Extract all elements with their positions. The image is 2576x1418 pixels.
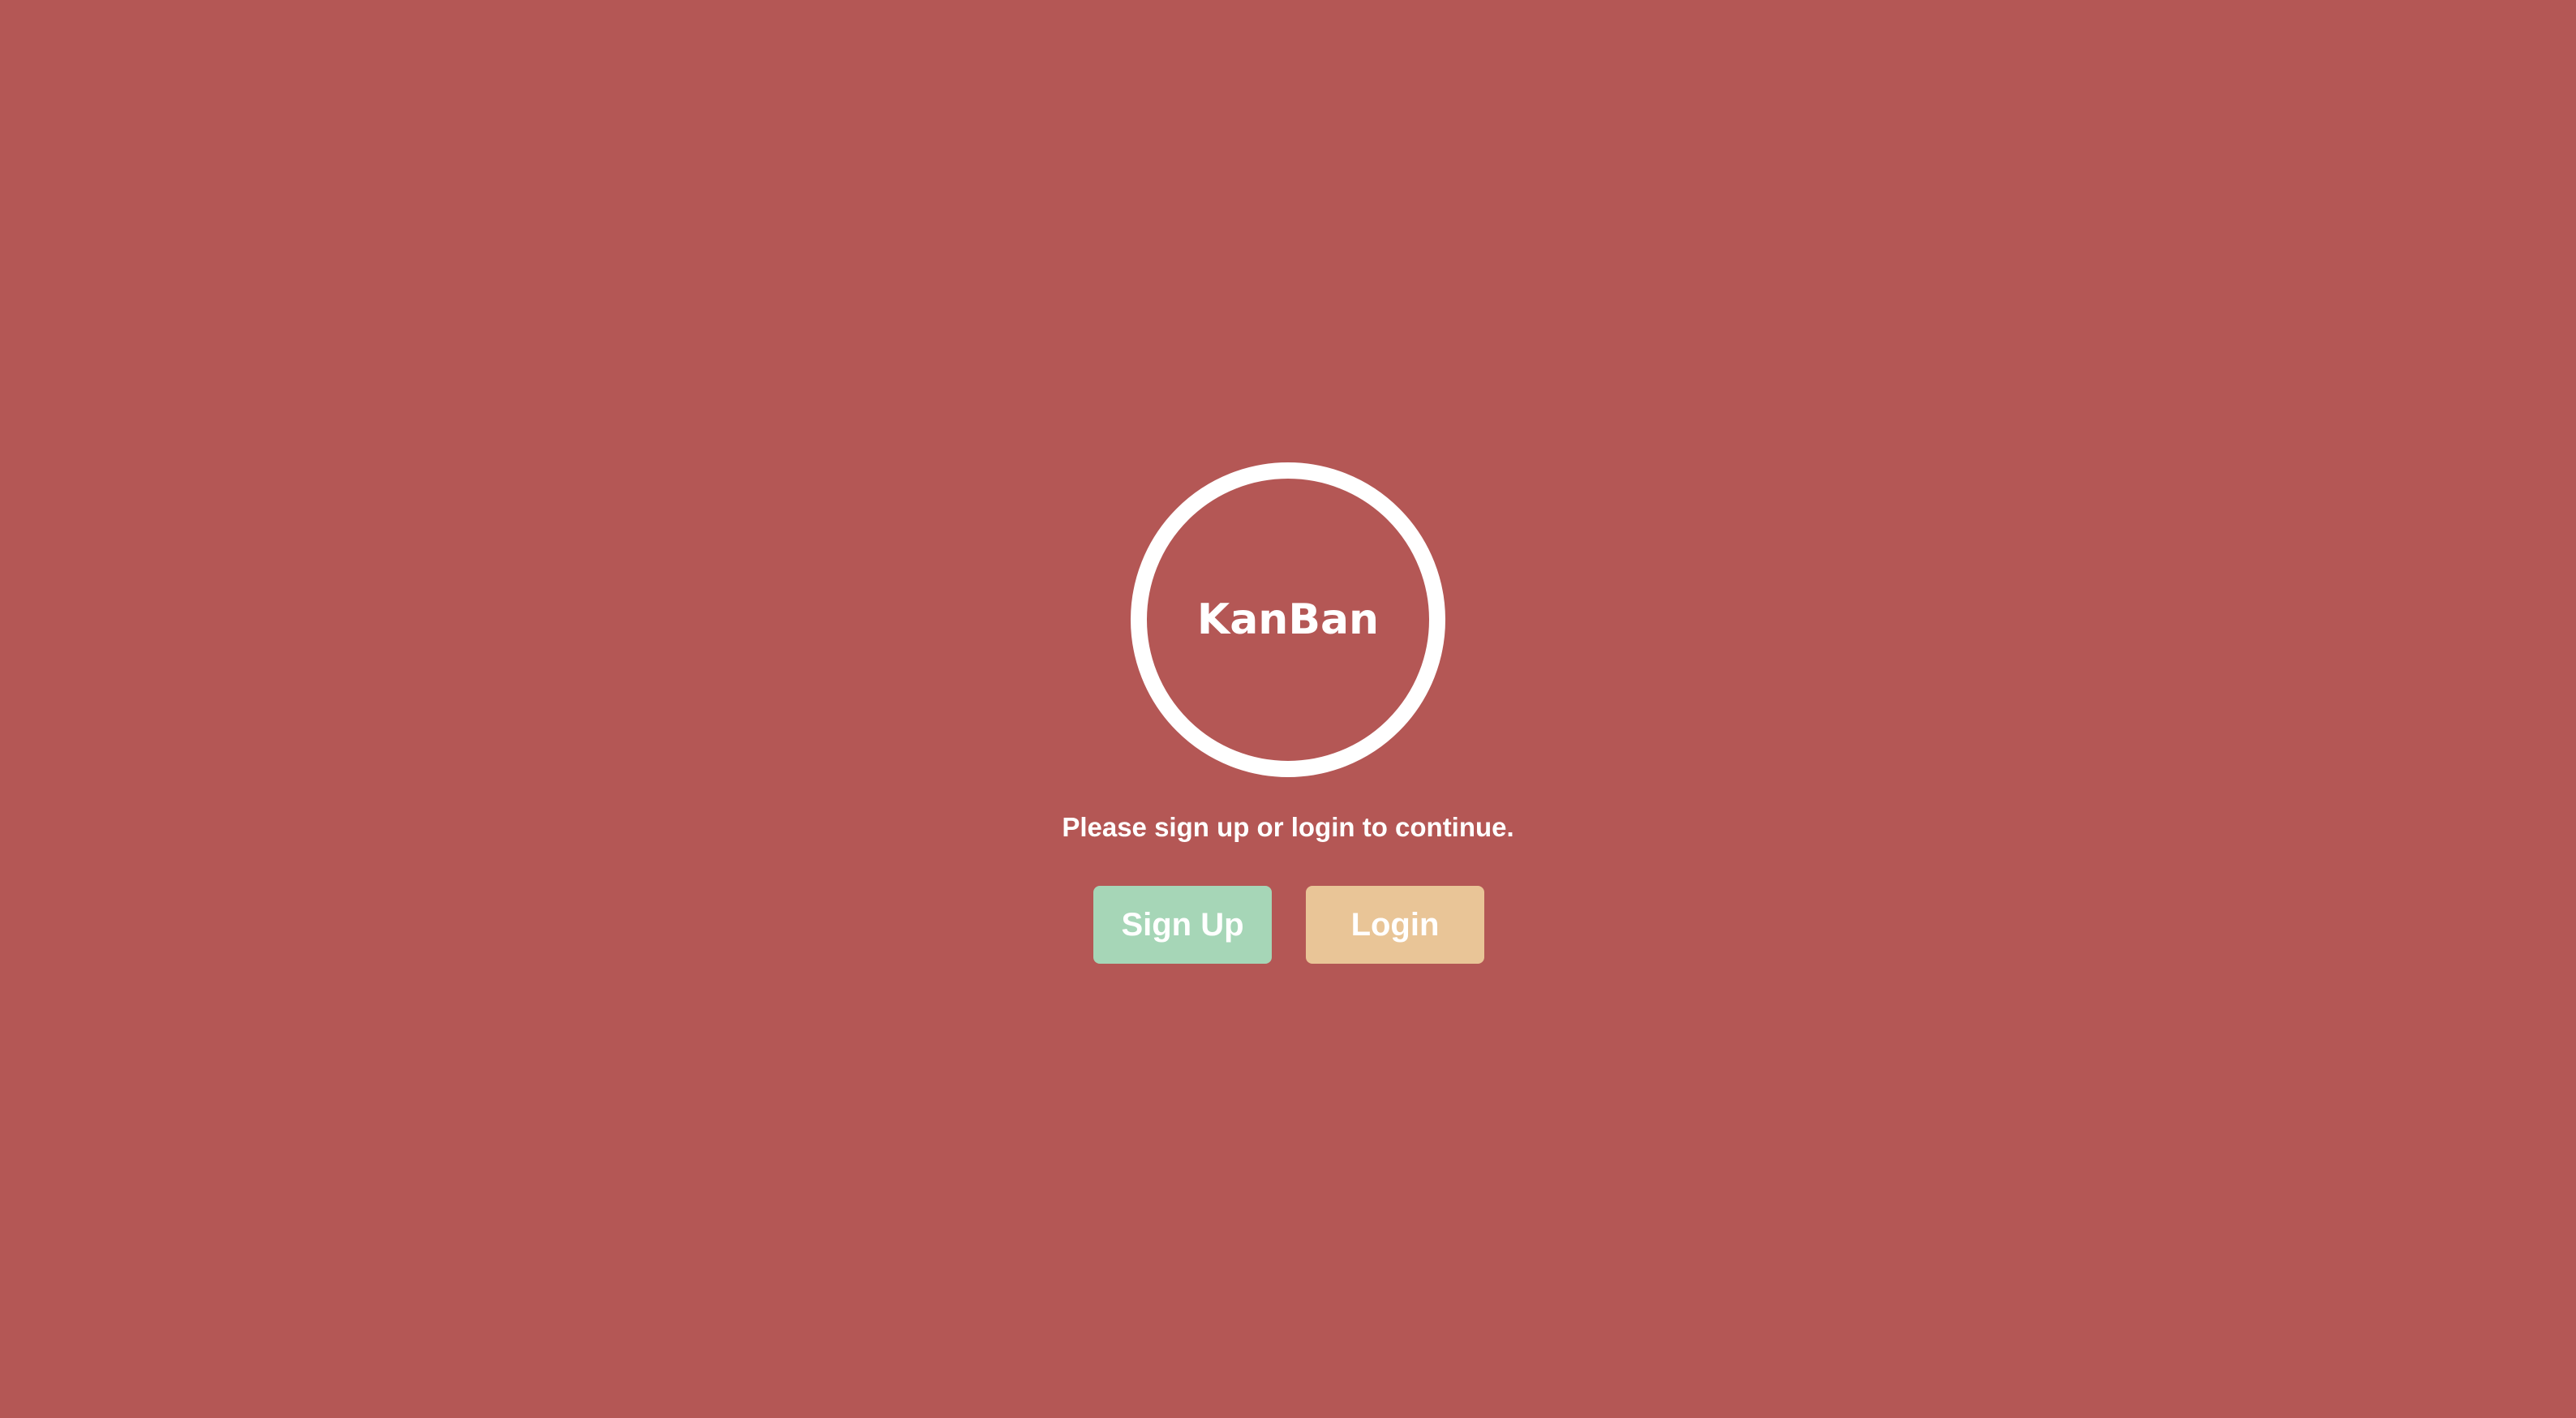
app-logo-text: KanBan	[1196, 595, 1380, 644]
sign-up-button[interactable]: Sign Up	[1093, 886, 1272, 964]
login-prompt-text: Please sign up or login to continue.	[1062, 812, 1514, 842]
login-button[interactable]: Login	[1306, 886, 1484, 964]
logo-circle: KanBan	[1131, 462, 1445, 777]
